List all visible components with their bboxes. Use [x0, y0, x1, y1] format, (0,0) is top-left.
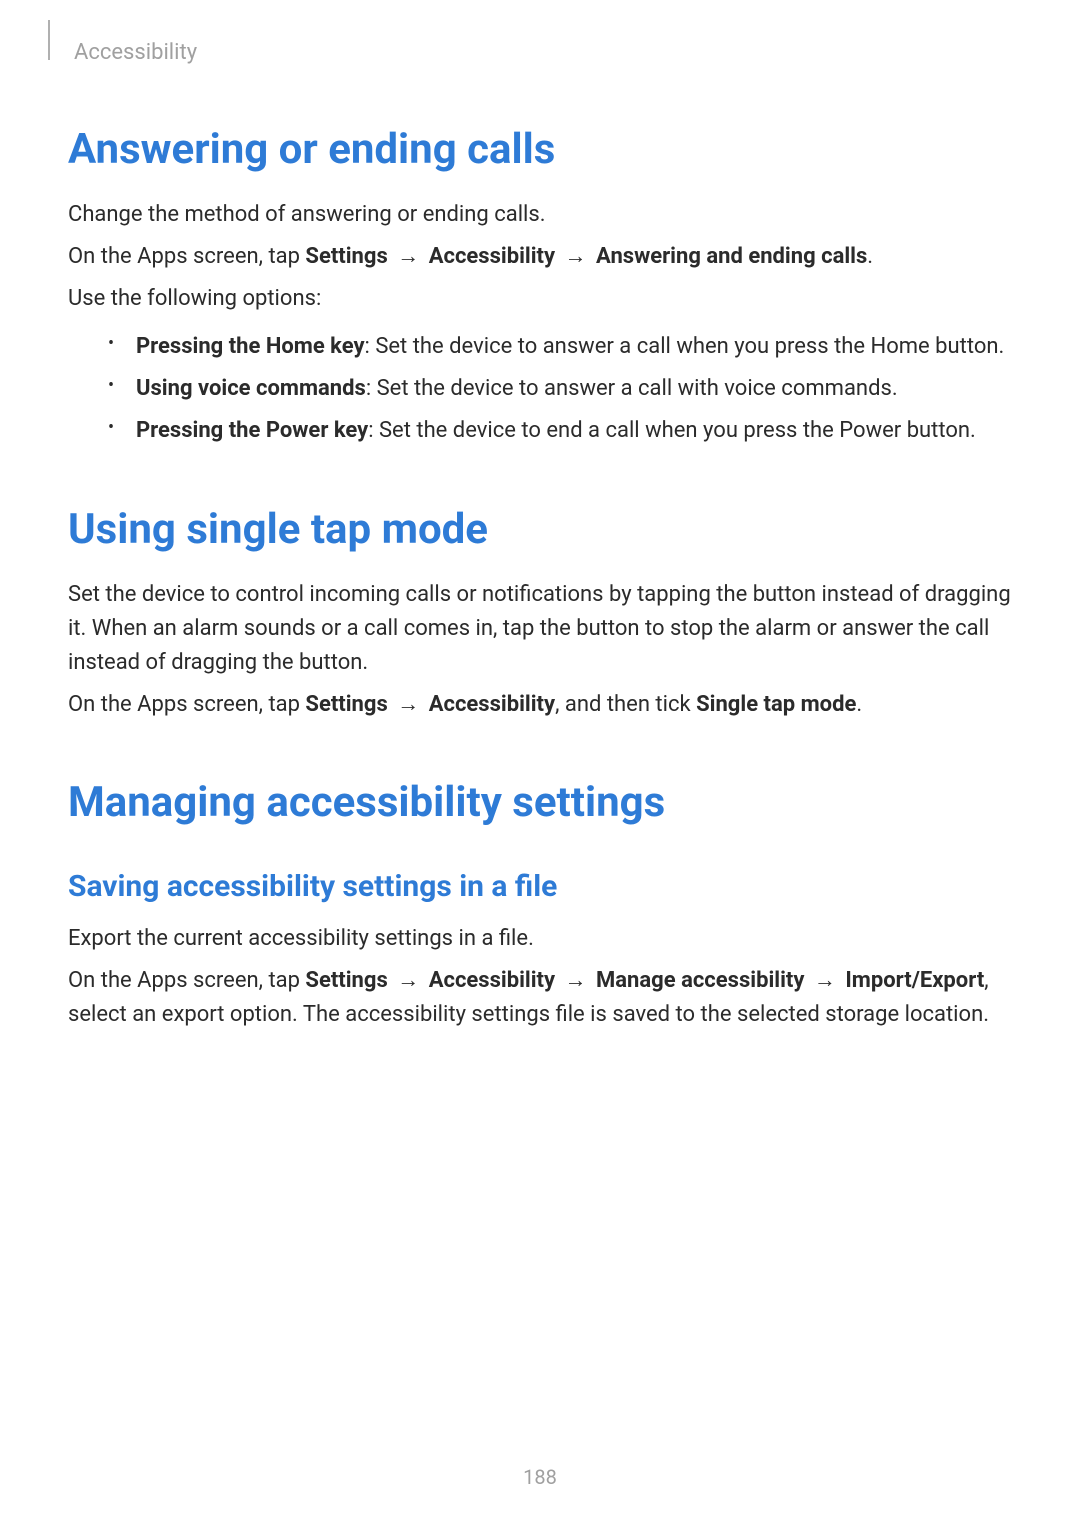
arrow-icon: → [393, 240, 423, 274]
arrow-icon: → [561, 240, 591, 274]
answering-nav: On the Apps screen, tap Settings → Acces… [68, 240, 1012, 274]
list-item: Pressing the Power key: Set the device t… [108, 414, 1012, 448]
header-vertical-mark [48, 20, 50, 60]
nav-suffix: . [867, 244, 873, 269]
nav-suffix: . [856, 692, 862, 717]
arrow-icon: → [810, 964, 840, 998]
singletap-nav: On the Apps screen, tap Settings → Acces… [68, 688, 1012, 722]
nav-target: Single tap mode [696, 692, 856, 717]
nav-settings: Settings [305, 692, 387, 717]
nav-import-export: Import/Export [845, 968, 984, 993]
nav-accessibility: Accessibility [429, 692, 555, 717]
answering-intro: Change the method of answering or ending… [68, 198, 1012, 232]
page-number: 188 [0, 1465, 1080, 1489]
heading-single-tap: Using single tap mode [68, 505, 1012, 554]
list-item: Pressing the Home key: Set the device to… [108, 330, 1012, 364]
heading-managing: Managing accessibility settings [68, 778, 1012, 827]
answering-options-label: Use the following options: [68, 282, 1012, 316]
nav-manage: Manage accessibility [596, 968, 804, 993]
saving-nav: On the Apps screen, tap Settings → Acces… [68, 964, 1012, 1032]
arrow-icon: → [561, 964, 591, 998]
saving-nav-prefix: On the Apps screen, tap [68, 968, 305, 993]
list-item-label: Using voice commands [136, 376, 366, 401]
heading-answering-calls: Answering or ending calls [68, 125, 1012, 174]
answering-options-list: Pressing the Home key: Set the device to… [68, 330, 1012, 448]
subheading-saving: Saving accessibility settings in a file [68, 869, 1012, 904]
list-item-desc: : Set the device to answer a call with v… [366, 376, 898, 401]
nav-settings: Settings [305, 244, 387, 269]
nav-settings: Settings [305, 968, 387, 993]
nav-accessibility: Accessibility [429, 244, 555, 269]
list-item-label: Pressing the Home key [136, 334, 365, 359]
singletap-nav-prefix: On the Apps screen, tap [68, 692, 305, 717]
nav-accessibility: Accessibility [429, 968, 555, 993]
section-managing: Managing accessibility settings Saving a… [68, 778, 1012, 1032]
arrow-icon: → [393, 688, 423, 722]
answering-nav-prefix: On the Apps screen, tap [68, 244, 305, 269]
singletap-nav-mid: , and then tick [555, 692, 696, 717]
list-item-desc: : Set the device to end a call when you … [368, 418, 976, 443]
singletap-intro: Set the device to control incoming calls… [68, 578, 1012, 680]
saving-intro: Export the current accessibility setting… [68, 922, 1012, 956]
section-answering-calls: Answering or ending calls Change the met… [68, 125, 1012, 449]
breadcrumb: Accessibility [68, 40, 1012, 65]
list-item-label: Pressing the Power key [136, 418, 368, 443]
nav-target: Answering and ending calls [596, 244, 867, 269]
list-item-desc: : Set the device to answer a call when y… [365, 334, 1005, 359]
section-single-tap: Using single tap mode Set the device to … [68, 505, 1012, 722]
list-item: Using voice commands: Set the device to … [108, 372, 1012, 406]
arrow-icon: → [393, 964, 423, 998]
